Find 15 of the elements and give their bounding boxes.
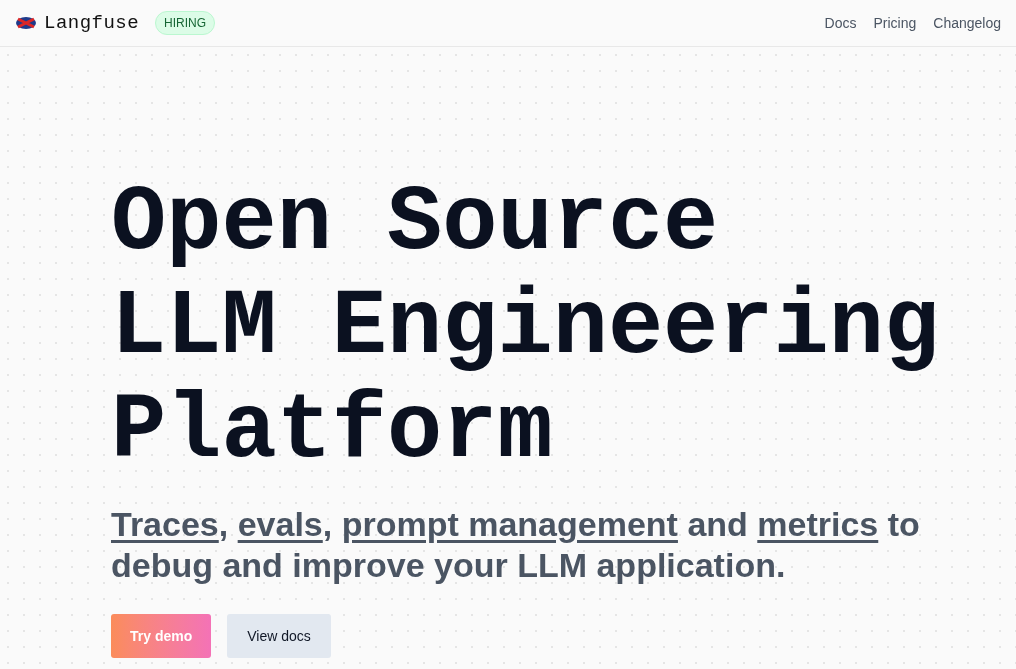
feature-link[interactable]: evals bbox=[237, 505, 323, 543]
logo-icon bbox=[15, 16, 37, 30]
hiring-badge[interactable]: HIRING bbox=[155, 11, 215, 35]
headline-line: Open Source bbox=[111, 172, 720, 276]
brand-name[interactable]: Langfuse bbox=[44, 8, 139, 38]
nav-link[interactable]: Pricing bbox=[873, 12, 917, 34]
nav-link[interactable]: Changelog bbox=[933, 12, 1001, 34]
feature-link[interactable]: Traces bbox=[111, 505, 219, 543]
nav-link[interactable]: Docs bbox=[824, 12, 857, 34]
feature-link[interactable]: prompt management bbox=[341, 505, 678, 543]
headline-line: Platform bbox=[111, 380, 554, 484]
headline-line: LLM Engineering bbox=[111, 276, 941, 380]
view-docs-button[interactable]: View docs bbox=[227, 614, 331, 658]
hero-subtitle: Traces, evals, prompt management and metrics to debug and improve your LLM application. bbox=[111, 504, 921, 586]
feature-link[interactable]: metrics bbox=[757, 505, 879, 543]
